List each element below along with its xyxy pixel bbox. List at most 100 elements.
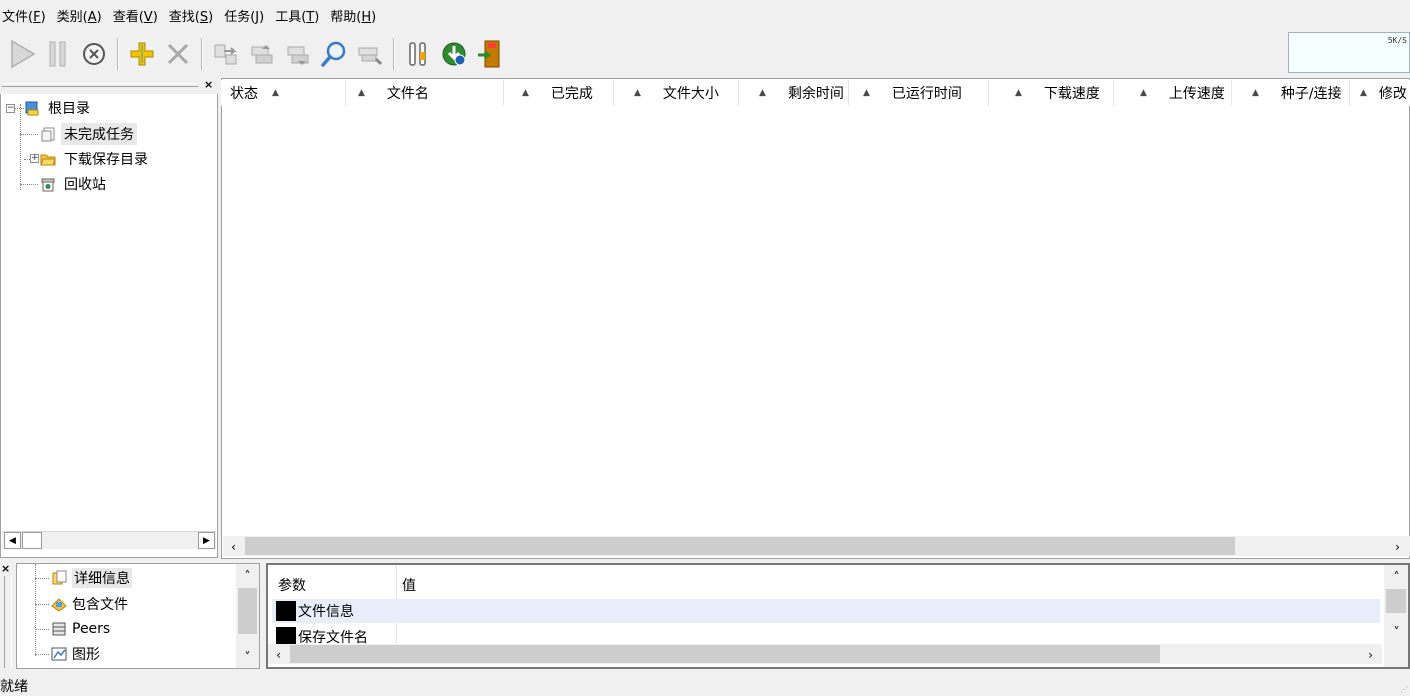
column-header-elapsed[interactable]: ▲ 已运行时间 bbox=[849, 80, 989, 106]
column-header-completed[interactable]: ▲ 已完成 bbox=[504, 80, 614, 106]
tree-label-recycle-bin: 回收站 bbox=[64, 177, 106, 193]
find-next-button[interactable] bbox=[352, 36, 388, 72]
status-text: 就绪 bbox=[0, 679, 28, 695]
settings-button[interactable] bbox=[400, 36, 436, 72]
sort-arrow-icon: ▲ bbox=[759, 88, 766, 98]
scroll-up-button[interactable]: ˄ bbox=[1388, 568, 1405, 585]
move-icon bbox=[214, 44, 237, 65]
detail-tabs-tree: 详细信息 包含文件 Peers 图形 bbox=[16, 563, 260, 669]
peers-icon bbox=[52, 622, 66, 636]
column-header-remaining[interactable]: ▲ 剩余时间 bbox=[739, 80, 849, 106]
tree-label-root: 根目录 bbox=[48, 101, 90, 117]
column-header-filename[interactable]: ▲ 文件名 bbox=[346, 80, 504, 106]
search-icon bbox=[321, 41, 346, 67]
start-button[interactable] bbox=[4, 36, 40, 72]
scroll-left-button[interactable]: ◀ bbox=[4, 532, 21, 549]
tree-horizontal-scrollbar[interactable]: ◀ ▶ bbox=[2, 531, 216, 549]
scroll-right-button[interactable]: ▶ bbox=[198, 532, 215, 549]
detail-grid-horizontal-scrollbar[interactable]: ‹ › bbox=[268, 644, 1382, 664]
scroll-left-button[interactable]: ‹ bbox=[270, 646, 287, 663]
detail-tabs-vertical-scrollbar[interactable]: ˄ ˅ bbox=[236, 564, 259, 668]
detail-row[interactable]: 文件信息 bbox=[272, 599, 1380, 623]
scroll-left-button[interactable]: ‹ bbox=[225, 538, 242, 555]
panel-grip bbox=[4, 576, 12, 668]
scroll-down-button[interactable]: ˅ bbox=[239, 648, 256, 665]
tree-label-download-dir: 下载保存目录 bbox=[64, 152, 148, 168]
toolbar-separator bbox=[117, 38, 119, 70]
menu-tools[interactable]: 工具(T) bbox=[273, 6, 326, 25]
move-down-icon bbox=[287, 46, 309, 65]
stop-button[interactable] bbox=[76, 36, 112, 72]
scroll-up-button[interactable]: ˄ bbox=[239, 567, 256, 584]
task-list-horizontal-scrollbar[interactable]: ‹ › bbox=[223, 536, 1410, 556]
header-param: 参数 bbox=[278, 578, 306, 594]
find-next-icon bbox=[358, 47, 383, 66]
play-icon bbox=[11, 39, 36, 69]
tree-item-download-dir[interactable]: 下载保存目录 bbox=[40, 148, 151, 170]
tree-line bbox=[20, 184, 38, 185]
scroll-thumb[interactable] bbox=[290, 645, 1160, 663]
expand-download-dir-toggle[interactable]: + bbox=[30, 154, 39, 163]
tree-item-incomplete[interactable]: 未完成任务 bbox=[40, 123, 137, 145]
column-header-filesize[interactable]: ▲ 文件大小 bbox=[614, 80, 739, 106]
scroll-thumb[interactable] bbox=[22, 532, 42, 549]
row-color-swatch bbox=[276, 601, 296, 621]
tree-line bbox=[14, 108, 24, 109]
header-value: 值 bbox=[402, 578, 416, 594]
update-icon bbox=[442, 42, 466, 66]
stop-icon bbox=[83, 43, 105, 65]
column-header-download-speed[interactable]: ▲ 下载速度 bbox=[989, 80, 1114, 106]
menu-find[interactable]: 查找(S) bbox=[167, 6, 220, 25]
sort-arrow-icon: ▲ bbox=[522, 88, 529, 98]
collapse-root-toggle[interactable]: − bbox=[6, 104, 15, 113]
scroll-right-button[interactable]: › bbox=[1362, 646, 1379, 663]
move-down-button[interactable] bbox=[280, 36, 316, 72]
tree-item-recycle-bin[interactable]: 回收站 bbox=[40, 173, 109, 195]
tree-line bbox=[35, 604, 49, 605]
move-up-button[interactable] bbox=[244, 36, 280, 72]
column-header-upload-speed[interactable]: ▲ 上传速度 bbox=[1114, 80, 1232, 106]
column-header-modified[interactable]: ▲ 修改 bbox=[1350, 80, 1410, 106]
files-icon bbox=[51, 598, 67, 612]
tab-files[interactable]: 包含文件 bbox=[51, 592, 128, 616]
task-list[interactable] bbox=[221, 78, 1410, 559]
column-header-status[interactable]: 状态 ▲ bbox=[221, 80, 346, 106]
status-bar: 就绪 ⋰ bbox=[0, 676, 1410, 696]
add-task-button[interactable] bbox=[124, 36, 160, 72]
speed-indicator: 5K/S bbox=[1288, 32, 1410, 73]
menu-file[interactable]: 文件(F) bbox=[0, 6, 53, 25]
menu-help[interactable]: 帮助(H) bbox=[328, 6, 383, 25]
delete-task-button[interactable] bbox=[160, 36, 196, 72]
tree-label-incomplete: 未完成任务 bbox=[61, 123, 137, 145]
tab-details[interactable]: 详细信息 bbox=[51, 566, 132, 590]
sort-arrow-icon: ▲ bbox=[863, 88, 870, 98]
sort-arrow-icon: ▲ bbox=[634, 88, 641, 98]
close-panel-button[interactable]: × bbox=[204, 79, 213, 90]
close-detail-panel-button[interactable]: × bbox=[1, 563, 10, 574]
toolbar-separator bbox=[201, 38, 203, 70]
scroll-thumb[interactable] bbox=[245, 537, 1235, 555]
menu-category[interactable]: 类别(A) bbox=[55, 6, 109, 25]
recycle-bin-icon bbox=[41, 178, 55, 192]
update-button[interactable] bbox=[436, 36, 472, 72]
tree-item-root[interactable]: 根目录 bbox=[24, 97, 93, 119]
detail-grid-vertical-scrollbar[interactable]: ˄ ˅ bbox=[1384, 565, 1408, 667]
scroll-right-button[interactable]: › bbox=[1389, 538, 1406, 555]
menu-view[interactable]: 查看(V) bbox=[111, 6, 165, 25]
scroll-thumb[interactable] bbox=[238, 588, 257, 634]
scroll-down-button[interactable]: ˅ bbox=[1388, 623, 1405, 640]
column-header-seeds[interactable]: ▲ 种子/连接 bbox=[1232, 80, 1350, 106]
scroll-thumb[interactable] bbox=[1386, 589, 1406, 613]
tree-line bbox=[35, 654, 49, 655]
tab-peers[interactable]: Peers bbox=[51, 617, 110, 641]
move-button[interactable] bbox=[208, 36, 244, 72]
graph-icon bbox=[51, 647, 67, 661]
toolbar: 5K/S bbox=[0, 32, 1410, 76]
exit-button[interactable] bbox=[472, 36, 508, 72]
resize-grip-icon[interactable]: ⋰ bbox=[1400, 685, 1408, 694]
toolbar-separator bbox=[393, 38, 395, 70]
tab-graph[interactable]: 图形 bbox=[51, 642, 100, 666]
pause-button[interactable] bbox=[40, 36, 76, 72]
menu-task[interactable]: 任务(J) bbox=[222, 6, 271, 25]
search-button[interactable] bbox=[316, 36, 352, 72]
